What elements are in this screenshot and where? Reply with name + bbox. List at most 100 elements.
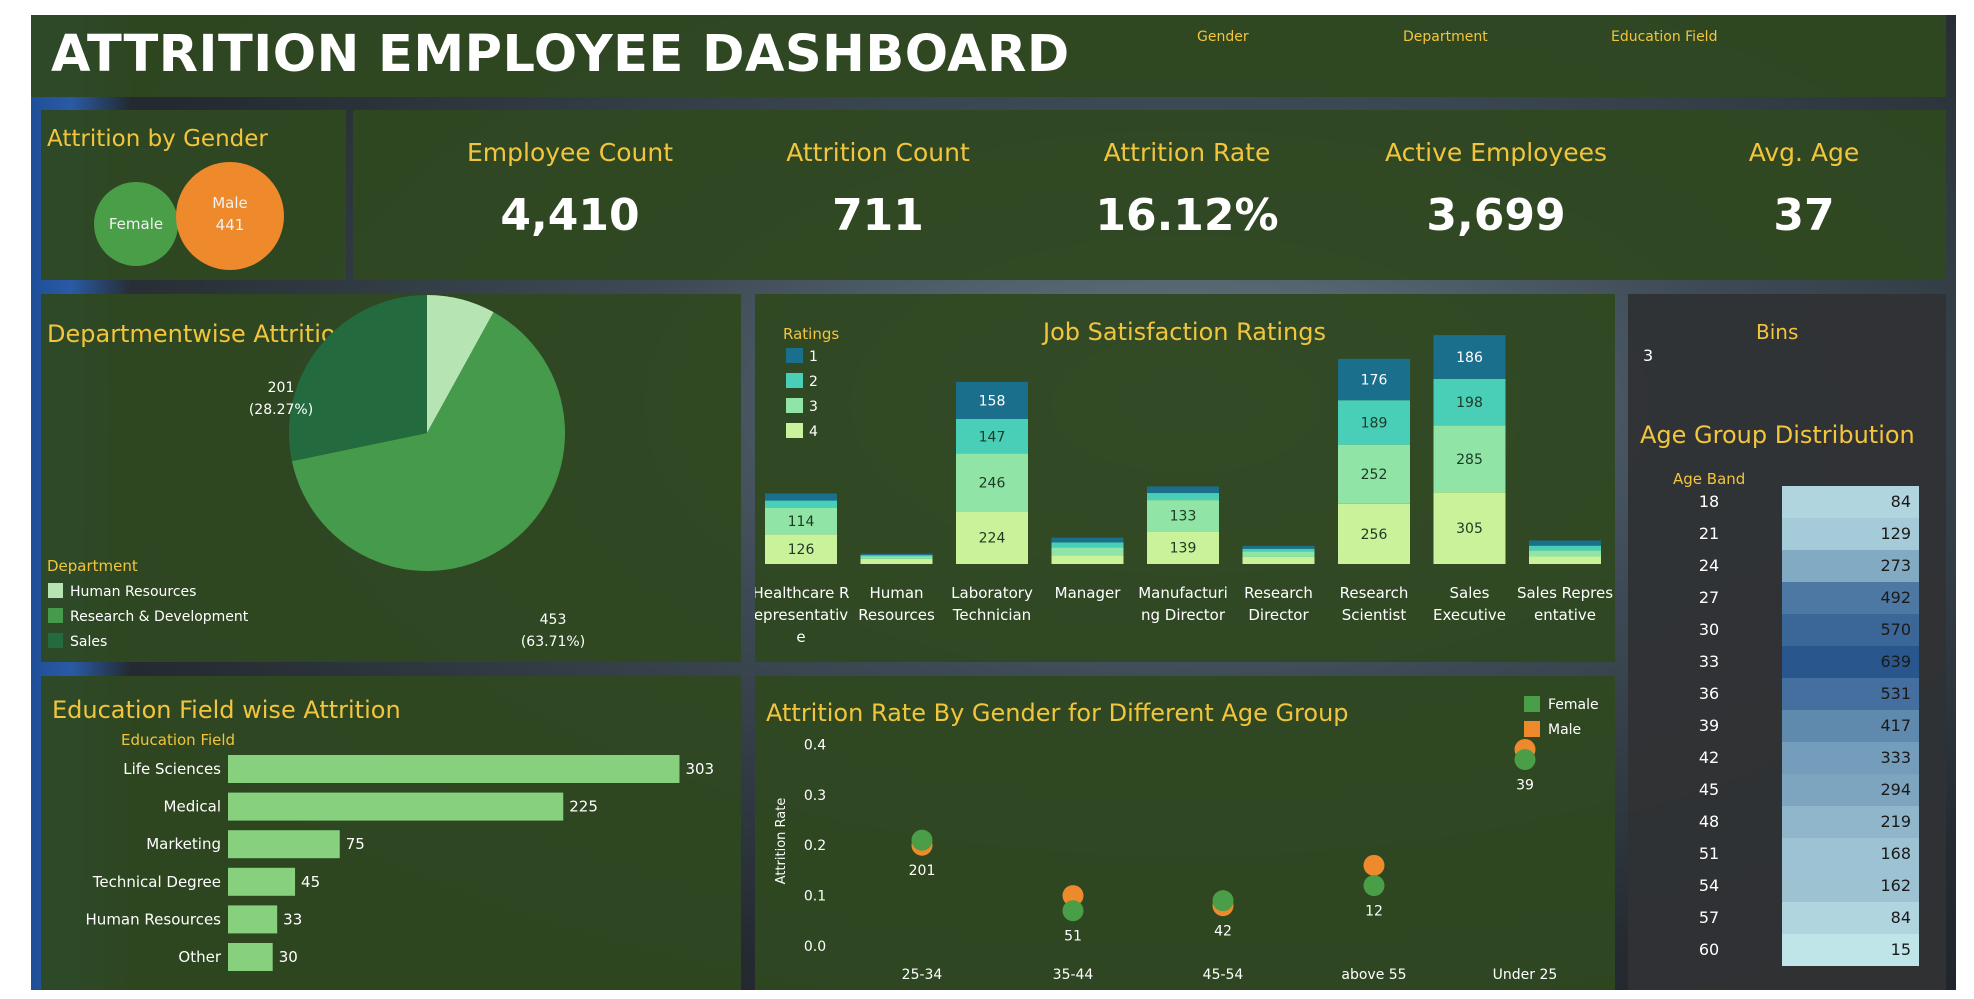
kpi-value: 37: [1773, 190, 1835, 241]
x-tick-label: Laboratory: [951, 584, 1033, 602]
y-tick-label: 51: [1699, 844, 1719, 863]
count-label: 39: [1516, 778, 1534, 794]
bar-segment: [1051, 537, 1124, 543]
legend-item: 1: [809, 349, 818, 365]
bar-value-label: 33: [283, 910, 302, 928]
legend-item: Sales: [70, 634, 107, 650]
education-panel: Education Field wise Attrition Education…: [41, 676, 741, 990]
x-tick-label: 25-34: [902, 967, 943, 983]
education-bar: [228, 792, 564, 821]
bar-segment: [765, 493, 837, 501]
bar-value-label: 139: [1170, 541, 1197, 557]
pie-value-label: 201: [268, 380, 295, 396]
bar-segment: [1242, 545, 1315, 549]
education-bar: [228, 755, 680, 783]
bar-segment: [860, 558, 933, 564]
x-tick-label: Technician: [952, 606, 1031, 624]
bar-value-label: 158: [979, 393, 1006, 409]
y-tick-label: Life Sciences: [123, 760, 221, 778]
filter-department[interactable]: Department: [1403, 29, 1488, 45]
y-axis-label: Attrition Rate: [774, 798, 789, 885]
x-tick-label: Sales: [1450, 584, 1490, 602]
legend-item: Human Resources: [70, 584, 196, 600]
x-tick-label: ng Director: [1141, 606, 1226, 624]
bar-segment: [765, 500, 837, 508]
bar-value-label: 285: [1456, 452, 1483, 468]
count-label: 42: [1214, 924, 1232, 940]
job-satisfaction-panel: Job Satisfaction Ratings Ratings 1 2 3 4 126 1…: [755, 294, 1615, 662]
count-label: 51: [1064, 929, 1082, 945]
kpi-label: Avg. Age: [1748, 138, 1860, 167]
legend-item: Male: [1548, 722, 1581, 738]
bar-segment: [1529, 556, 1601, 564]
y-tick-label: 24: [1699, 556, 1719, 575]
x-tick-label: Manufacturi: [1138, 584, 1228, 602]
gender-panel-title: Attrition by Gender: [47, 126, 268, 152]
x-tick-label: Resources: [858, 606, 935, 624]
legend-item: 2: [809, 374, 818, 390]
kpi-value: 3,699: [1426, 190, 1566, 241]
bar-value-label: 225: [569, 798, 598, 816]
x-tick-label: 45-54: [1203, 967, 1244, 983]
bar-segment: [860, 556, 933, 559]
kpi-value: 4,410: [500, 190, 640, 241]
bar-segment: [1147, 493, 1219, 501]
female-point: [1514, 749, 1536, 771]
heatmap-value-label: 15: [1891, 940, 1911, 959]
bar-segment: [860, 555, 933, 557]
x-tick-label: Research: [1244, 584, 1313, 602]
age-band-axis-title: Age Band: [1673, 470, 1745, 488]
y-tick-label: 30: [1699, 620, 1719, 639]
x-tick-label: Manager: [1055, 584, 1122, 602]
education-bar: [228, 943, 273, 971]
bar-value-label: 114: [788, 514, 815, 530]
x-tick-label: epresentativ: [755, 606, 848, 624]
kpi-label: Active Employees: [1384, 138, 1608, 167]
kpi-value: 711: [832, 190, 924, 241]
bar-value-label: 30: [279, 948, 298, 966]
heatmap-value-label: 639: [1880, 652, 1911, 671]
kpi-label: Attrition Rate: [1103, 138, 1271, 167]
y-tick-label: 0.0: [804, 939, 826, 955]
kpi-value: 16.12%: [1095, 190, 1279, 241]
heatmap-value-label: 168: [1880, 844, 1911, 863]
filter-education-field[interactable]: Education Field: [1611, 29, 1717, 45]
x-tick-label: entative: [1534, 606, 1596, 624]
female-bubble[interactable]: Female: [94, 182, 178, 266]
x-tick-label: above 55: [1341, 967, 1406, 983]
y-tick-label: 39: [1699, 716, 1719, 735]
heatmap-value-label: 417: [1880, 716, 1911, 735]
heatmap-value-label: 294: [1880, 780, 1911, 799]
dashboard-title: ATTRITION EMPLOYEE DASHBOARD: [51, 25, 1070, 84]
filter-gender[interactable]: Gender: [1197, 29, 1249, 45]
department-pie-chart: 57(8.02%)453(63.71%)201(28.27%)Departmen…: [47, 295, 585, 650]
female-point: [911, 829, 933, 851]
bar-value-label: 198: [1456, 395, 1483, 411]
bar-value-label: 246: [979, 475, 1006, 491]
male-bubble[interactable]: Male 441: [176, 162, 284, 270]
kpi-panel: Employee Count 4,410 Attrition Count 711…: [353, 110, 1946, 280]
bar-segment: [1529, 550, 1601, 557]
bar-segment: [1242, 556, 1315, 564]
heatmap-value-label: 273: [1880, 556, 1911, 575]
pie-slice-sales: [289, 295, 427, 462]
bar-value-label: 256: [1361, 527, 1388, 543]
female-point: [1062, 900, 1084, 922]
y-tick-label: 33: [1699, 652, 1719, 671]
bar-segment: [1242, 551, 1315, 557]
education-bar: [228, 905, 278, 934]
heatmap-value-label: 492: [1880, 588, 1911, 607]
male-count: 441: [215, 216, 245, 234]
bar-value-label: 133: [1170, 509, 1197, 525]
legend-item: 4: [809, 424, 818, 440]
y-tick-label: 54: [1699, 876, 1719, 895]
heatmap-value-label: 219: [1880, 812, 1911, 831]
y-tick-label: 45: [1699, 780, 1719, 799]
heatmap-value-label: 84: [1891, 492, 1911, 511]
education-bar: [228, 830, 340, 859]
pie-percent-label: (63.71%): [521, 634, 585, 650]
x-tick-label: Healthcare R: [755, 584, 849, 602]
bar-segment: [1147, 486, 1219, 494]
legend-swatch: [786, 348, 803, 363]
ratings-legend-title: Ratings: [783, 325, 839, 343]
